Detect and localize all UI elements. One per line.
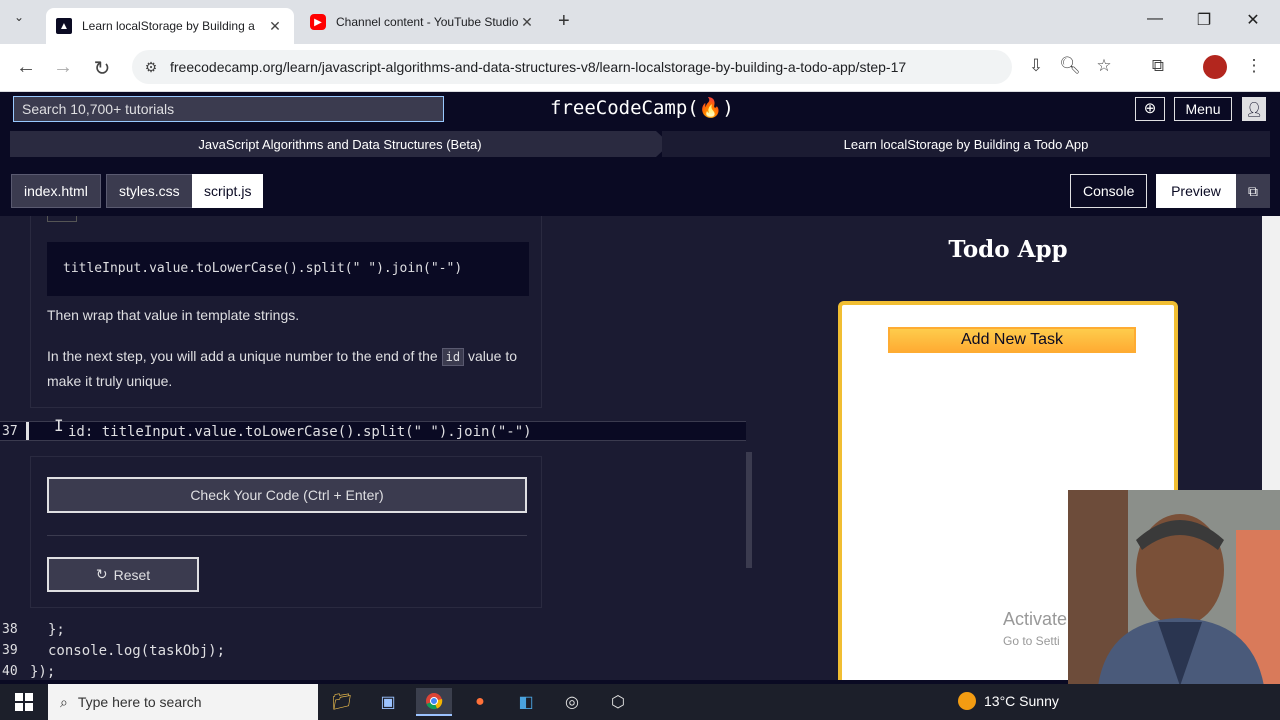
- activate-windows-watermark: Activate: [1003, 609, 1068, 629]
- tab-title: Channel content - YouTube Studio: [336, 15, 518, 29]
- preview-toggle-button[interactable]: Preview: [1156, 174, 1236, 208]
- breadcrumb-superblock[interactable]: JavaScript Algorithms and Data Structure…: [10, 131, 670, 157]
- close-window-icon[interactable]: ✕: [1238, 10, 1268, 30]
- close-tab-icon[interactable]: ✕: [518, 14, 536, 31]
- inline-code: id: [441, 348, 465, 366]
- webcam-overlay: [1068, 490, 1280, 686]
- bookmark-star-icon[interactable]: ☆: [1091, 56, 1117, 76]
- address-toolbar: ← → ↻ ⚙ freecodecamp.org/learn/javascrip…: [0, 44, 1280, 92]
- check-code-button[interactable]: Check Your Code (Ctrl + Enter): [47, 477, 527, 513]
- editor-file-tabs: index.html styles.css script.js Console …: [0, 164, 1280, 214]
- back-icon[interactable]: ←: [13, 56, 39, 79]
- activate-windows-subtext: Go to Setti: [1003, 634, 1060, 648]
- divider: [47, 535, 527, 536]
- install-app-icon[interactable]: ⇩: [1023, 56, 1049, 76]
- menu-button[interactable]: Menu: [1174, 97, 1232, 121]
- text-cursor-icon: I: [54, 416, 64, 435]
- tab-index-html[interactable]: index.html: [11, 174, 101, 208]
- reset-icon: ↻: [95, 566, 108, 582]
- console-toggle-button[interactable]: Console: [1070, 174, 1148, 208]
- restore-icon[interactable]: ❐: [1189, 10, 1219, 30]
- breadcrumb-block[interactable]: Learn localStorage by Building a Todo Ap…: [662, 131, 1270, 157]
- new-tab-icon[interactable]: +: [558, 10, 570, 33]
- fcc-icon: ▲: [56, 18, 72, 34]
- url-bar[interactable]: ⚙ freecodecamp.org/learn/javascript-algo…: [132, 50, 1012, 84]
- editor-scrollbar-thumb[interactable]: [746, 452, 752, 568]
- code-line-text[interactable]: });: [30, 664, 55, 680]
- taskbar-app-icon[interactable]: ◎: [554, 688, 590, 716]
- extensions-icon[interactable]: ⧉: [1145, 56, 1171, 76]
- reload-icon[interactable]: ↻: [89, 56, 115, 81]
- taskbar-app-icon[interactable]: ◧: [508, 688, 544, 716]
- add-new-task-button[interactable]: Add New Task: [888, 327, 1136, 353]
- line-number: 40: [2, 664, 18, 679]
- language-globe-icon[interactable]: ⊕: [1135, 97, 1165, 121]
- instruction-text: In the next step, you will add a unique …: [47, 344, 533, 393]
- taskbar-search-placeholder: Type here to search: [77, 694, 202, 710]
- site-info-icon[interactable]: ⚙: [132, 59, 170, 76]
- weather-text: 13°C Sunny: [984, 693, 1059, 709]
- instruction-part: value: [467, 348, 502, 364]
- code-line-text[interactable]: };: [48, 622, 65, 638]
- minimize-icon[interactable]: —: [1140, 10, 1170, 28]
- taskbar-app-icon[interactable]: ⬡: [600, 688, 636, 716]
- user-avatar-icon[interactable]: 👤︎: [1242, 97, 1266, 121]
- line-number: 38: [2, 622, 18, 637]
- fcc-navbar: freeCodeCamp(🔥) ⊕ Menu 👤︎: [0, 92, 1280, 128]
- code-editor[interactable]: titleInput.value.toLowerCase().split(" "…: [0, 216, 754, 680]
- code-line-text[interactable]: console.log(taskObj);: [48, 643, 225, 659]
- code-line-current[interactable]: 37 id: titleInput.value.toLowerCase().sp…: [0, 421, 750, 441]
- windows-start-icon[interactable]: [0, 684, 48, 720]
- profile-avatar[interactable]: [1203, 55, 1227, 79]
- search-bar[interactable]: [13, 96, 444, 122]
- browser-tab-bar: ⌄ ▲ Learn localStorage by Building a ✕ ▶…: [0, 0, 1280, 44]
- close-tab-icon[interactable]: ✕: [266, 18, 284, 35]
- instruction-part: In the next step, you will add a unique …: [47, 348, 438, 364]
- popout-preview-icon[interactable]: ⧉: [1236, 174, 1270, 208]
- code-example: titleInput.value.toLowerCase().split(" "…: [47, 242, 529, 296]
- zoom-icon[interactable]: 🔍︎: [1057, 56, 1083, 76]
- url-text: freecodecamp.org/learn/javascript-algori…: [170, 59, 907, 75]
- line-number: 37: [2, 424, 18, 439]
- code-line-text: id: titleInput.value.toLowerCase().split…: [68, 424, 532, 440]
- action-widget: Check Your Code (Ctrl + Enter) ↻ Reset: [30, 456, 542, 608]
- preview-app-title: Todo App: [948, 236, 1068, 263]
- editor-scrollbar[interactable]: [746, 216, 754, 680]
- search-input[interactable]: [22, 101, 422, 117]
- tab-styles-css[interactable]: styles.css: [106, 174, 193, 208]
- search-icon: ⌕: [60, 693, 68, 710]
- inline-code-fragment: [47, 216, 77, 222]
- file-explorer-icon[interactable]: 📁︎: [324, 688, 360, 716]
- tab-title: Learn localStorage by Building a: [82, 19, 255, 33]
- line-number: 39: [2, 643, 18, 658]
- sun-icon: [958, 692, 976, 710]
- reset-label: Reset: [113, 566, 151, 583]
- taskbar-app-icon[interactable]: ▣: [370, 688, 406, 716]
- tab-script-js[interactable]: script.js: [192, 174, 264, 208]
- reset-button[interactable]: ↻ Reset: [47, 557, 199, 592]
- forward-icon[interactable]: →: [50, 56, 76, 79]
- taskbar-search[interactable]: ⌕ Type here to search: [48, 684, 318, 720]
- fcc-logo[interactable]: freeCodeCamp(🔥): [550, 96, 734, 119]
- breadcrumb: JavaScript Algorithms and Data Structure…: [10, 131, 1270, 157]
- firefox-icon[interactable]: ●: [462, 688, 498, 716]
- line-marker: [26, 422, 29, 440]
- windows-taskbar: ⌕ Type here to search 📁︎ ▣ ● ◧ ◎ ⬡ 13°C …: [0, 684, 1280, 720]
- weather-widget[interactable]: 13°C Sunny: [958, 692, 1059, 710]
- browser-tab-active[interactable]: ▲ Learn localStorage by Building a ✕: [46, 8, 294, 44]
- instructions-widget: titleInput.value.toLowerCase().split(" "…: [30, 216, 542, 408]
- youtube-icon: ▶: [310, 14, 326, 30]
- tab-search-icon[interactable]: ⌄: [14, 10, 24, 24]
- browser-tab[interactable]: ▶ Channel content - YouTube Studio ✕: [300, 6, 546, 38]
- chrome-menu-icon[interactable]: ⋮: [1241, 56, 1267, 76]
- chrome-icon[interactable]: [416, 688, 452, 716]
- instruction-text: Then wrap that value in template strings…: [47, 307, 300, 323]
